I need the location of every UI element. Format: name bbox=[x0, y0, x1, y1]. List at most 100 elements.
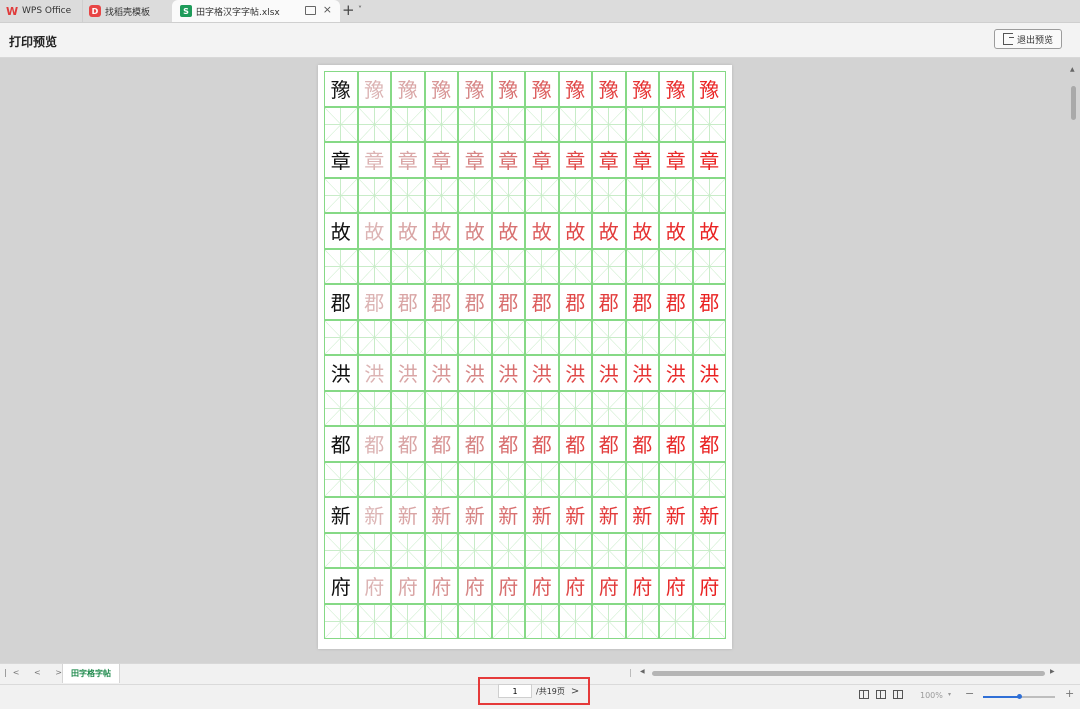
trace-character: 郡 bbox=[397, 291, 418, 316]
trace-character: 豫 bbox=[565, 78, 586, 103]
trace-character: 新 bbox=[397, 504, 418, 529]
grid-cell bbox=[491, 603, 525, 639]
grid-cell bbox=[692, 177, 726, 213]
trace-character: 都 bbox=[531, 433, 552, 458]
grid-cell: 新 bbox=[625, 497, 659, 533]
page-number-input[interactable] bbox=[498, 684, 532, 698]
trace-character: 新 bbox=[364, 504, 385, 529]
normal-view-icon[interactable] bbox=[859, 690, 869, 699]
tab-document-label: 田字格汉字字帖.xlsx bbox=[196, 7, 280, 18]
grid-cell bbox=[692, 390, 726, 426]
grid-cell: 都 bbox=[592, 426, 626, 462]
grid-cell bbox=[424, 248, 458, 284]
model-character: 故 bbox=[330, 220, 351, 245]
divider bbox=[630, 669, 631, 677]
character-row: 府府府府府府府府府府府府 bbox=[324, 568, 727, 604]
grid-cell bbox=[659, 390, 693, 426]
grid-cell bbox=[592, 603, 626, 639]
trace-character: 郡 bbox=[632, 291, 653, 316]
status-bar: /共19页 > 100% ▾ − + bbox=[0, 677, 1080, 709]
grid-cell: 郡 bbox=[659, 284, 693, 320]
scroll-left-icon[interactable]: ◀ bbox=[640, 668, 645, 675]
exit-preview-button[interactable]: 退出预览 bbox=[994, 29, 1062, 49]
grid-cell: 都 bbox=[525, 426, 559, 462]
trace-character: 郡 bbox=[464, 291, 485, 316]
trace-character: 故 bbox=[565, 220, 586, 245]
grid-cell bbox=[491, 248, 525, 284]
grid-cell: 都 bbox=[324, 426, 358, 462]
grid-cell: 郡 bbox=[391, 284, 425, 320]
page-break-view-icon[interactable] bbox=[893, 690, 903, 699]
grid-cell bbox=[424, 603, 458, 639]
zoom-level[interactable]: 100% bbox=[920, 691, 943, 700]
grid-cell: 豫 bbox=[424, 71, 458, 107]
practice-row bbox=[324, 603, 727, 639]
chevron-down-icon[interactable]: ˅ bbox=[358, 5, 362, 14]
zoom-in-button[interactable]: + bbox=[1065, 687, 1074, 700]
scroll-up-icon[interactable]: ▲ bbox=[1070, 66, 1075, 73]
next-page-button[interactable]: > bbox=[571, 686, 579, 697]
trace-character: 章 bbox=[464, 149, 485, 174]
grid-cell: 章 bbox=[357, 142, 391, 178]
grid-cell: 章 bbox=[424, 142, 458, 178]
tab-wps-office[interactable]: W WPS Office bbox=[6, 0, 71, 22]
grid-cell bbox=[391, 532, 425, 568]
tab-templates[interactable]: D 找稻壳模板 bbox=[82, 0, 174, 22]
page-navigator: /共19页 > bbox=[478, 677, 590, 705]
tab-bar: W WPS Office D 找稻壳模板 S 田字格汉字字帖.xlsx × + … bbox=[0, 0, 1080, 23]
grid-cell: 故 bbox=[458, 213, 492, 249]
zoom-dropdown-icon[interactable]: ▾ bbox=[948, 691, 951, 698]
trace-character: 府 bbox=[632, 575, 653, 600]
grid-cell: 新 bbox=[424, 497, 458, 533]
print-page: 豫豫豫豫豫豫豫豫豫豫豫豫章章章章章章章章章章章章故故故故故故故故故故故故郡郡郡郡… bbox=[318, 65, 732, 649]
horizontal-scrollbar[interactable] bbox=[652, 671, 1045, 676]
grid-cell: 府 bbox=[491, 568, 525, 604]
grid-cell: 故 bbox=[525, 213, 559, 249]
grid-cell bbox=[525, 532, 559, 568]
trace-character: 新 bbox=[431, 504, 452, 529]
print-preview-header: 打印预览 退出预览 bbox=[0, 23, 1080, 58]
trace-character: 故 bbox=[464, 220, 485, 245]
new-tab-button[interactable]: + bbox=[342, 1, 355, 19]
zoom-out-button[interactable]: − bbox=[965, 687, 974, 700]
close-tab-icon[interactable]: × bbox=[323, 3, 332, 16]
grid-cell: 都 bbox=[391, 426, 425, 462]
trace-character: 郡 bbox=[565, 291, 586, 316]
trace-character: 洪 bbox=[665, 362, 686, 387]
zoom-slider-fill bbox=[983, 696, 1020, 698]
docer-icon: D bbox=[89, 5, 101, 17]
grid-cell: 豫 bbox=[458, 71, 492, 107]
trace-character: 新 bbox=[632, 504, 653, 529]
scroll-thumb[interactable] bbox=[1071, 86, 1076, 120]
practice-row bbox=[324, 319, 727, 355]
grid-cell: 都 bbox=[491, 426, 525, 462]
grid-cell: 豫 bbox=[592, 71, 626, 107]
grid-cell bbox=[659, 532, 693, 568]
grid-cell bbox=[491, 532, 525, 568]
trace-character: 新 bbox=[565, 504, 586, 529]
scroll-right-icon[interactable]: ▶ bbox=[1050, 668, 1055, 675]
preview-area: 豫豫豫豫豫豫豫豫豫豫豫豫章章章章章章章章章章章章故故故故故故故故故故故故郡郡郡郡… bbox=[0, 58, 1080, 663]
grid-cell: 府 bbox=[625, 568, 659, 604]
sheet-tab-active[interactable]: 田字格字帖 bbox=[62, 664, 120, 683]
trace-character: 豫 bbox=[464, 78, 485, 103]
grid-cell bbox=[659, 461, 693, 497]
grid-cell: 章 bbox=[558, 142, 592, 178]
grid-cell: 洪 bbox=[491, 355, 525, 391]
grid-cell bbox=[525, 461, 559, 497]
grid-cell: 章 bbox=[491, 142, 525, 178]
tab-document[interactable]: S 田字格汉字字帖.xlsx × bbox=[172, 0, 340, 22]
trace-character: 故 bbox=[531, 220, 552, 245]
page-layout-icon[interactable] bbox=[876, 690, 886, 699]
zoom-slider-handle[interactable] bbox=[1017, 694, 1022, 699]
trace-character: 都 bbox=[397, 433, 418, 458]
grid-cell bbox=[424, 319, 458, 355]
grid-cell bbox=[592, 390, 626, 426]
grid-cell bbox=[357, 177, 391, 213]
grid-cell bbox=[659, 319, 693, 355]
grid-cell bbox=[458, 461, 492, 497]
screen-icon[interactable] bbox=[305, 6, 316, 15]
vertical-scrollbar[interactable]: ▲ bbox=[1069, 66, 1078, 656]
grid-cell: 故 bbox=[558, 213, 592, 249]
practice-row bbox=[324, 532, 727, 568]
